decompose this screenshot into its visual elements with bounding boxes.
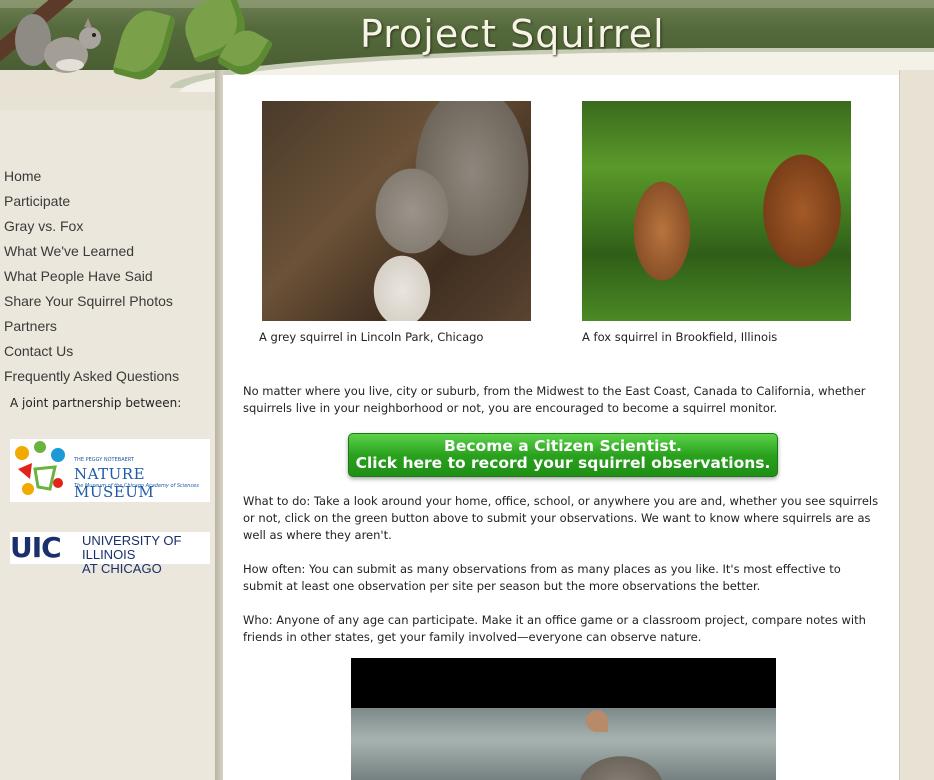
nav-gray-vs-fox[interactable]: Gray vs. Fox bbox=[4, 214, 179, 239]
nav-home[interactable]: Home bbox=[4, 164, 179, 189]
nav-partners[interactable]: Partners bbox=[4, 314, 179, 339]
nav-participate[interactable]: Participate bbox=[4, 189, 179, 214]
cta-line1: Become a Citizen Scientist. bbox=[444, 437, 682, 455]
nature-museum-subtitle: The Museum of the Chicago Academy of Sci… bbox=[74, 483, 199, 489]
grey-squirrel-photo bbox=[262, 101, 531, 321]
fox-squirrel-caption: A fox squirrel in Brookfield, Illinois bbox=[582, 330, 778, 344]
header-strip bbox=[0, 0, 934, 8]
uic-abbr: UIC bbox=[10, 531, 62, 564]
left-sidebar: Home Participate Gray vs. Fox What We've… bbox=[0, 110, 215, 780]
main-content: A grey squirrel in Lincoln Park, Chicago… bbox=[223, 75, 899, 780]
what-to-do-paragraph: What to do: Take a look around your home… bbox=[243, 494, 879, 542]
nature-museum-emblem-icon bbox=[15, 441, 65, 495]
uic-logo[interactable]: UIC UNIVERSITY OF ILLINOIS AT CHICAGO bbox=[10, 531, 210, 576]
how-often-paragraph: How often: You can submit as many observ… bbox=[243, 562, 841, 593]
squirrel-logo-icon bbox=[15, 14, 101, 73]
cta-line2: Click here to record your squirrel obser… bbox=[355, 454, 771, 472]
site-title: Project Squirrel bbox=[360, 12, 665, 56]
citizen-scientist-button[interactable]: Become a Citizen Scientist. Click here t… bbox=[348, 433, 778, 477]
who-paragraph: Who: Anyone of any age can participate. … bbox=[243, 613, 866, 644]
uic-line1: UNIVERSITY OF ILLINOIS bbox=[82, 533, 182, 562]
video-player[interactable] bbox=[351, 658, 776, 780]
partnership-label: A joint partnership between: bbox=[10, 396, 182, 410]
grey-squirrel-caption: A grey squirrel in Lincoln Park, Chicago bbox=[259, 330, 484, 344]
uic-name: UNIVERSITY OF ILLINOIS AT CHICAGO bbox=[82, 534, 210, 576]
nature-museum-logo[interactable]: THE PEGGY NOTEBAERT NATURE MUSEUM The Mu… bbox=[10, 439, 210, 502]
nav-share-photos[interactable]: Share Your Squirrel Photos bbox=[4, 289, 179, 314]
nav-what-people-have-said[interactable]: What People Have Said bbox=[4, 264, 179, 289]
squirrel-ear bbox=[586, 710, 608, 732]
nav-faq[interactable]: Frequently Asked Questions bbox=[4, 364, 179, 389]
right-gutter bbox=[899, 70, 934, 780]
fox-squirrel-photo bbox=[582, 101, 851, 321]
nav-what-weve-learned[interactable]: What We've Learned bbox=[4, 239, 179, 264]
nav-contact-us[interactable]: Contact Us bbox=[4, 339, 179, 364]
left-gutter-shadow bbox=[215, 70, 223, 780]
video-frame bbox=[351, 708, 776, 780]
main-nav: Home Participate Gray vs. Fox What We've… bbox=[4, 164, 179, 389]
uic-line2: AT CHICAGO bbox=[82, 561, 162, 576]
nature-museum-small-text: THE PEGGY NOTEBAERT bbox=[74, 457, 134, 463]
intro-paragraph: No matter where you live, city or suburb… bbox=[243, 384, 866, 415]
